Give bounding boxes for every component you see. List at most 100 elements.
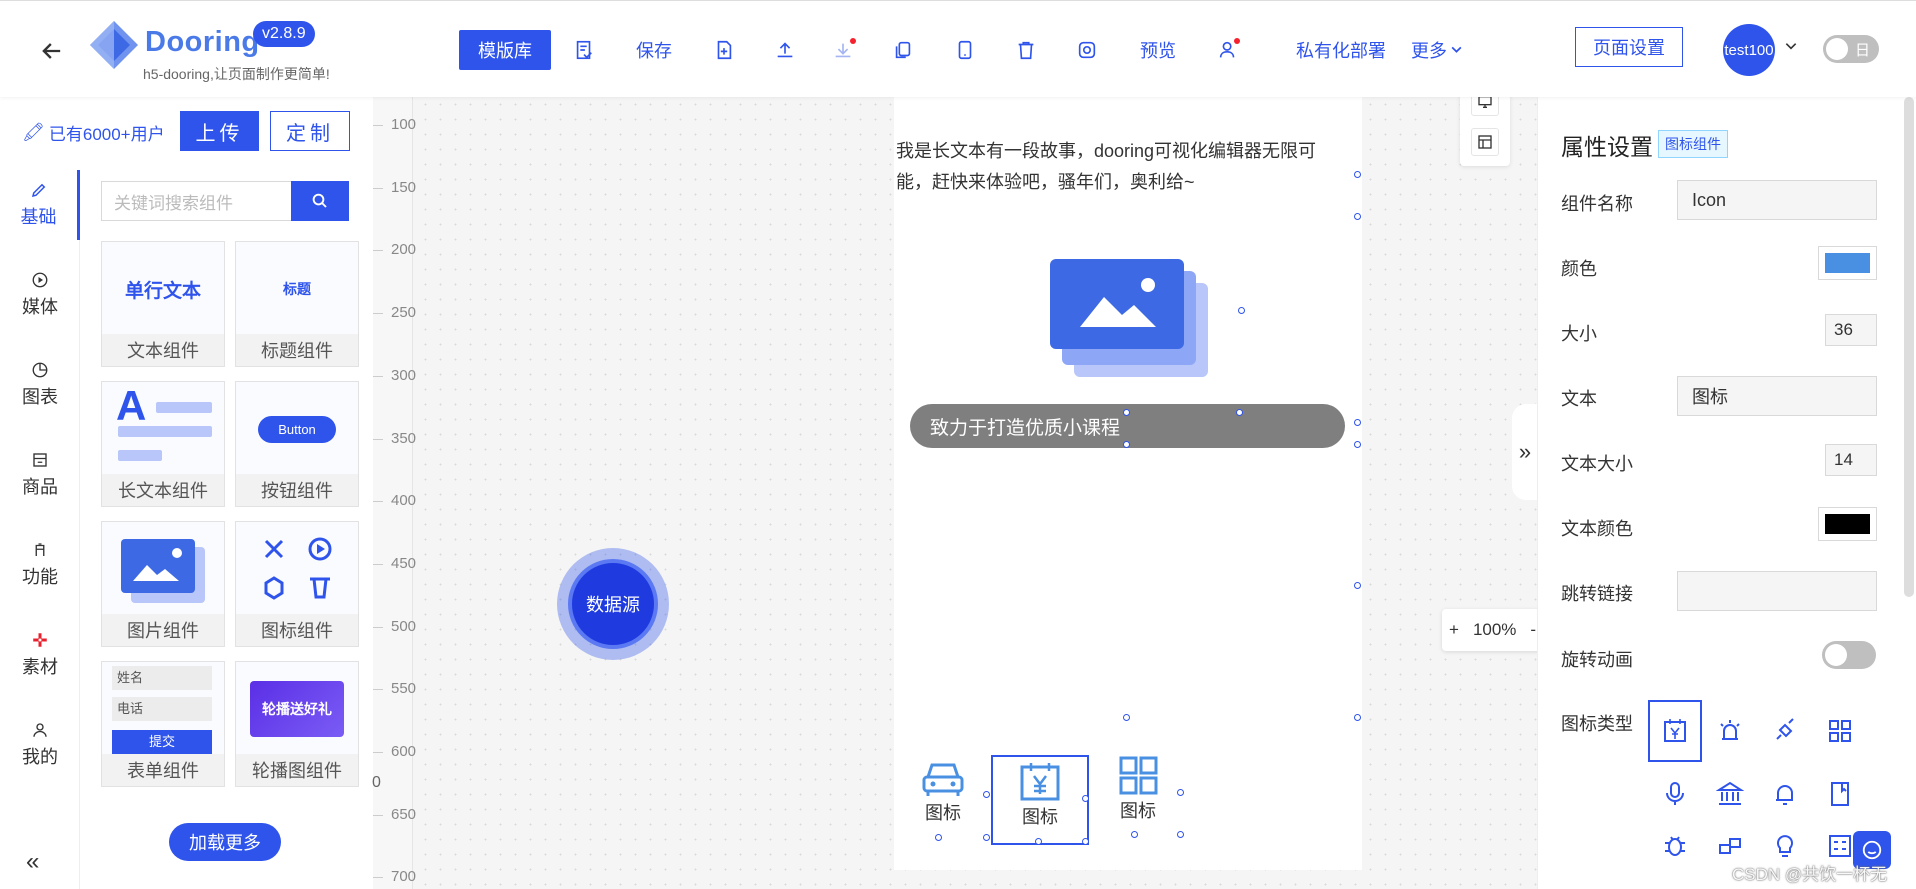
ruler-label: 100 bbox=[391, 116, 417, 133]
copy-icon[interactable] bbox=[891, 35, 915, 65]
delete-icon[interactable] bbox=[1014, 35, 1038, 65]
audio-icon bbox=[1666, 782, 1684, 805]
resize-handle[interactable] bbox=[1123, 714, 1130, 721]
avatar-chevron-down-icon[interactable] bbox=[1784, 39, 1798, 53]
resize-handle[interactable] bbox=[1354, 441, 1361, 448]
code-edit-icon[interactable] bbox=[572, 35, 596, 65]
ruler-label: 650 bbox=[391, 805, 417, 823]
layout-button[interactable] bbox=[1471, 128, 1499, 156]
theme-toggle[interactable]: 日 bbox=[1823, 35, 1879, 63]
component-card-image[interactable]: 图片组件 bbox=[101, 521, 225, 647]
image-component[interactable] bbox=[1050, 257, 1210, 377]
component-card-button[interactable]: Button 按钮组件 bbox=[235, 381, 359, 507]
ruler-label: 700 bbox=[391, 868, 417, 886]
back-arrow-icon[interactable] bbox=[38, 37, 66, 65]
text-color-picker[interactable] bbox=[1818, 507, 1877, 541]
component-card-icon[interactable]: 图标组件 bbox=[235, 521, 359, 647]
link-input[interactable] bbox=[1677, 571, 1877, 611]
instagram-icon[interactable] bbox=[1075, 35, 1099, 65]
resize-handle[interactable] bbox=[1354, 419, 1361, 426]
custom-button[interactable]: 定制 bbox=[270, 111, 350, 151]
resize-handle[interactable] bbox=[983, 791, 990, 798]
nav-item-function[interactable]: 功能 bbox=[0, 530, 80, 600]
icon-option[interactable] bbox=[1813, 763, 1867, 825]
resize-handle[interactable] bbox=[1123, 441, 1130, 448]
icon-component-calendar[interactable]: 图标 bbox=[991, 755, 1089, 845]
text-input[interactable]: 图标 bbox=[1677, 376, 1877, 416]
icon-option[interactable] bbox=[1648, 826, 1702, 866]
resize-handle[interactable] bbox=[1131, 831, 1138, 838]
icon-option[interactable] bbox=[1703, 763, 1757, 825]
avatar[interactable]: test100 bbox=[1723, 24, 1775, 76]
resize-handle[interactable] bbox=[1082, 795, 1089, 802]
ruler-label: 150 bbox=[391, 178, 417, 196]
icon-option[interactable] bbox=[1703, 700, 1757, 762]
icon-option[interactable] bbox=[1648, 763, 1702, 825]
component-search-input[interactable]: 关键词搜索组件 bbox=[101, 181, 291, 221]
build-icon bbox=[1719, 838, 1741, 854]
component-name-input[interactable]: Icon bbox=[1677, 180, 1877, 220]
resize-handle[interactable] bbox=[1354, 714, 1361, 721]
resize-handle[interactable] bbox=[1354, 582, 1361, 589]
color-picker[interactable] bbox=[1818, 246, 1877, 280]
ruler-label: 300 bbox=[391, 366, 417, 384]
mobile-icon[interactable] bbox=[953, 35, 977, 65]
preview-button[interactable]: 预览 bbox=[1138, 35, 1178, 65]
nav-item-product[interactable]: 商品 bbox=[0, 440, 80, 510]
long-text-component[interactable]: 我是长文本有一段故事，dooring可视化编辑器无限可能，赶快来体验吧，骚年们，… bbox=[896, 136, 1346, 198]
collapse-sidebar-button[interactable]: « bbox=[26, 848, 39, 876]
component-preview bbox=[236, 522, 358, 616]
scrollbar[interactable] bbox=[1904, 97, 1914, 597]
resize-handle[interactable] bbox=[1123, 409, 1130, 416]
component-card-carousel[interactable]: 轮播送好礼 轮播图组件 bbox=[235, 661, 359, 787]
icon-component-appstore[interactable]: 图标 bbox=[1110, 755, 1166, 823]
more-chevron-down-icon[interactable] bbox=[1450, 43, 1463, 56]
upload-button[interactable]: 上传 bbox=[180, 111, 259, 151]
preview-text: 单行文本 bbox=[124, 280, 201, 302]
component-card-title[interactable]: 标题 标题组件 bbox=[235, 241, 359, 367]
more-menu-button[interactable]: 更多 bbox=[1409, 35, 1449, 65]
nav-item-material[interactable]: 素材 bbox=[0, 620, 80, 690]
resize-handle[interactable] bbox=[1236, 409, 1243, 416]
component-card-long-text[interactable]: A 长文本组件 bbox=[101, 381, 225, 507]
save-button[interactable]: 保存 bbox=[634, 35, 674, 65]
resize-handle[interactable] bbox=[1238, 307, 1245, 314]
component-card-text[interactable]: 单行文本 文本组件 bbox=[101, 241, 225, 367]
rotate-toggle[interactable] bbox=[1822, 641, 1876, 669]
icon-option[interactable] bbox=[1813, 700, 1867, 762]
nav-item-media[interactable]: 媒体 bbox=[0, 260, 80, 330]
resize-handle[interactable] bbox=[1035, 838, 1042, 845]
search-button[interactable] bbox=[291, 181, 349, 221]
resize-handle[interactable] bbox=[1082, 838, 1089, 845]
ruler-tick bbox=[373, 501, 383, 503]
icon-option[interactable] bbox=[1648, 700, 1702, 762]
upload-icon[interactable] bbox=[773, 35, 797, 65]
data-source-button[interactable]: 数据源 bbox=[557, 548, 669, 660]
resize-handle[interactable] bbox=[983, 834, 990, 841]
resize-handle[interactable] bbox=[1354, 213, 1361, 220]
load-more-button[interactable]: 加载更多 bbox=[169, 823, 281, 861]
private-deploy-button[interactable]: 私有化部署 bbox=[1277, 35, 1405, 65]
icon-component-car[interactable]: 图标 bbox=[915, 757, 971, 825]
nav-item-basic[interactable]: 基础 bbox=[0, 170, 80, 240]
nav-item-chart[interactable]: 图表 bbox=[0, 350, 80, 420]
resize-handle[interactable] bbox=[1177, 831, 1184, 838]
template-library-button[interactable]: 模版库 bbox=[459, 30, 551, 70]
expand-panel-button[interactable]: » bbox=[1512, 404, 1538, 500]
resize-handle[interactable] bbox=[1177, 789, 1184, 796]
icon-type-label: 图标类型 bbox=[1561, 714, 1633, 734]
nav-item-mine[interactable]: 我的 bbox=[0, 710, 80, 780]
icon-option[interactable] bbox=[1758, 763, 1812, 825]
nav-label: 商品 bbox=[22, 477, 58, 497]
page-settings-button[interactable]: 页面设置 bbox=[1575, 27, 1683, 67]
resize-handle[interactable] bbox=[1354, 171, 1361, 178]
ruler-label: 250 bbox=[391, 304, 417, 322]
component-card-form[interactable]: 姓名 电话 提交 表单组件 bbox=[101, 661, 225, 787]
icon-option[interactable] bbox=[1758, 700, 1812, 762]
size-input[interactable]: 36 bbox=[1825, 314, 1877, 346]
zoom-in-button[interactable]: + bbox=[1442, 620, 1466, 640]
resize-handle[interactable] bbox=[935, 834, 942, 841]
file-add-icon[interactable] bbox=[712, 35, 736, 65]
text-size-input[interactable]: 14 bbox=[1825, 444, 1877, 476]
category-nav: 基础 媒体 图表 商品 功能 素材 我的 bbox=[0, 170, 80, 889]
